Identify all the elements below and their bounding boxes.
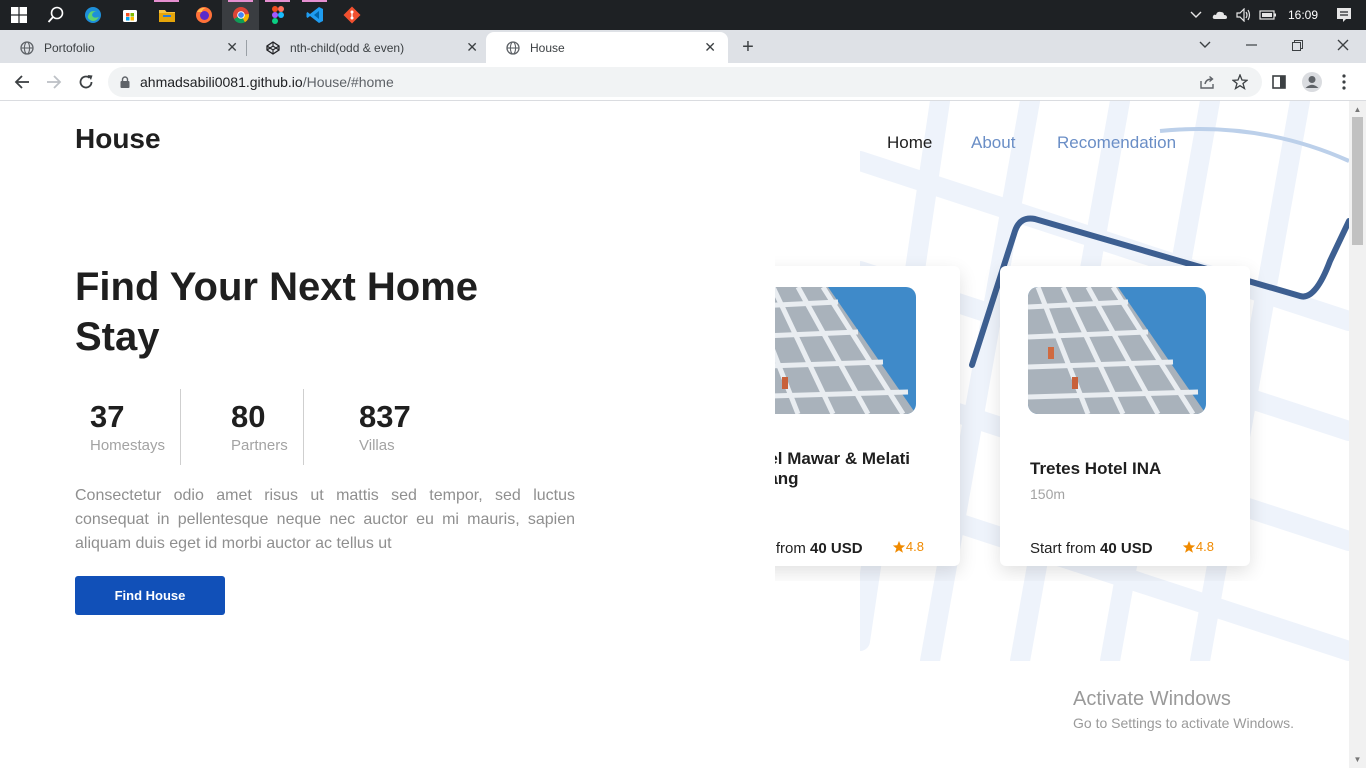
back-arrow-icon[interactable]: [10, 70, 34, 94]
stat-value: 80: [231, 399, 266, 434]
page-viewport: House Home About Recomendation Find Your…: [0, 101, 1349, 768]
stat-value: 837: [359, 399, 411, 434]
tab-strip: Portofolio ✕ nth-child(odd & even) ✕ Hou…: [0, 30, 1366, 63]
hotel-rating: 4.8: [1182, 539, 1214, 554]
activate-windows-watermark: Activate Windows Go to Settings to activ…: [1073, 688, 1294, 731]
onedrive-cloud-icon[interactable]: [1208, 0, 1232, 30]
hotel-price: Start from 40 USD: [1030, 540, 1153, 557]
scroll-up-arrow-icon[interactable]: ▲: [1353, 105, 1362, 114]
globe-icon: [506, 40, 520, 55]
stat-homestays: 37 Homestays: [75, 389, 180, 465]
more-menu-icon[interactable]: [1332, 70, 1356, 94]
windows-start-icon[interactable]: [0, 0, 37, 30]
stats-row: 37 Homestays 80 Partners 837 Villas: [75, 389, 444, 465]
edge-icon[interactable]: [74, 0, 111, 30]
new-tab-button[interactable]: +: [737, 36, 759, 58]
clock[interactable]: 16:09: [1288, 8, 1318, 22]
tab-nth-child[interactable]: nth-child(odd & even) ✕: [246, 32, 486, 63]
reload-icon[interactable]: [74, 70, 98, 94]
browser-toolbar: ahmadsabili0081.github.io/House/#home: [0, 63, 1366, 101]
figma-icon[interactable]: [259, 0, 296, 30]
file-explorer-icon[interactable]: [148, 0, 185, 30]
stat-label: Homestays: [90, 437, 166, 454]
star-icon: [1182, 540, 1196, 553]
hotel-rating: 4.8: [892, 539, 924, 554]
hero-title: Find Your Next Home Stay: [75, 265, 479, 359]
restore-button[interactable]: [1274, 30, 1320, 60]
codepen-icon: [266, 40, 280, 55]
share-icon[interactable]: [1198, 72, 1218, 92]
find-house-button[interactable]: Find House: [75, 576, 225, 615]
system-tray: 16:09: [1184, 0, 1366, 30]
close-tab-icon[interactable]: ✕: [226, 39, 238, 56]
hotel-photo: [775, 287, 916, 414]
close-tab-icon[interactable]: ✕: [466, 39, 478, 56]
chevron-up-icon[interactable]: [1184, 0, 1208, 30]
windows-taskbar: 16:09: [0, 0, 1366, 30]
stat-value: 37: [90, 399, 125, 434]
battery-icon[interactable]: [1256, 0, 1280, 30]
stat-partners: 80 Partners: [181, 389, 303, 465]
tab-title: nth-child(odd & even): [290, 40, 405, 55]
tab-portofolio[interactable]: Portofolio ✕: [0, 32, 246, 63]
scrollbar-thumb[interactable]: [1352, 117, 1363, 245]
tab-search-icon[interactable]: [1182, 30, 1228, 60]
store-icon[interactable]: [111, 0, 148, 30]
hotel-card[interactable]: Hotel Mawar & Melati Malang Start from 4…: [775, 266, 960, 566]
watermark-title: Activate Windows: [1073, 688, 1231, 710]
hotel-name: Hotel Mawar & Melati Malang: [775, 449, 911, 488]
tab-title: Portofolio: [44, 40, 95, 55]
star-icon: [892, 540, 906, 553]
hotel-name: Tretes Hotel INA: [1030, 459, 1162, 478]
hero-description: Consectetur odio amet risus ut mattis se…: [75, 487, 575, 552]
tab-title: House: [530, 40, 565, 55]
watermark-subtitle: Go to Settings to activate Windows.: [1073, 715, 1294, 731]
chrome-icon[interactable]: [222, 0, 259, 30]
nav-link-about[interactable]: About: [971, 133, 1015, 153]
hotel-card[interactable]: Tretes Hotel INA 150m Start from 40 USD …: [1000, 266, 1250, 566]
minimize-button[interactable]: [1228, 30, 1274, 60]
close-window-button[interactable]: [1320, 30, 1366, 60]
vertical-scrollbar[interactable]: ▲ ▼: [1349, 101, 1366, 768]
bookmark-star-icon[interactable]: [1230, 72, 1250, 92]
site-logo[interactable]: House: [75, 123, 161, 155]
volume-icon[interactable]: [1232, 0, 1256, 30]
stat-label: Partners: [231, 437, 288, 454]
profile-avatar-icon[interactable]: [1300, 70, 1324, 94]
close-tab-icon[interactable]: ✕: [704, 39, 716, 56]
recommendation-carousel[interactable]: Hotel Mawar & Melati Malang Start from 4…: [775, 251, 1275, 581]
tab-house[interactable]: House ✕: [486, 32, 728, 63]
hotel-price: Start from 40 USD: [775, 540, 863, 557]
firefox-icon[interactable]: [185, 0, 222, 30]
search-icon[interactable]: [37, 0, 74, 30]
notification-icon[interactable]: [1332, 0, 1356, 30]
vscode-icon[interactable]: [296, 0, 333, 30]
stat-villas: 837 Villas: [304, 389, 444, 465]
git-icon[interactable]: [333, 0, 370, 30]
nav-link-home[interactable]: Home: [887, 133, 932, 153]
forward-arrow-icon[interactable]: [42, 70, 66, 94]
stat-label: Villas: [359, 437, 395, 454]
side-panel-icon[interactable]: [1267, 70, 1291, 94]
address-bar[interactable]: ahmadsabili0081.github.io/House/#home: [108, 67, 1262, 97]
lock-icon[interactable]: [120, 76, 130, 88]
globe-icon: [20, 40, 34, 55]
scroll-down-arrow-icon[interactable]: ▼: [1353, 755, 1362, 764]
url-text: ahmadsabili0081.github.io/House/#home: [140, 74, 394, 90]
hotel-photo: [1028, 287, 1206, 414]
nav-link-recomendation[interactable]: Recomendation: [1057, 133, 1176, 153]
hotel-distance: 150m: [1030, 486, 1066, 502]
